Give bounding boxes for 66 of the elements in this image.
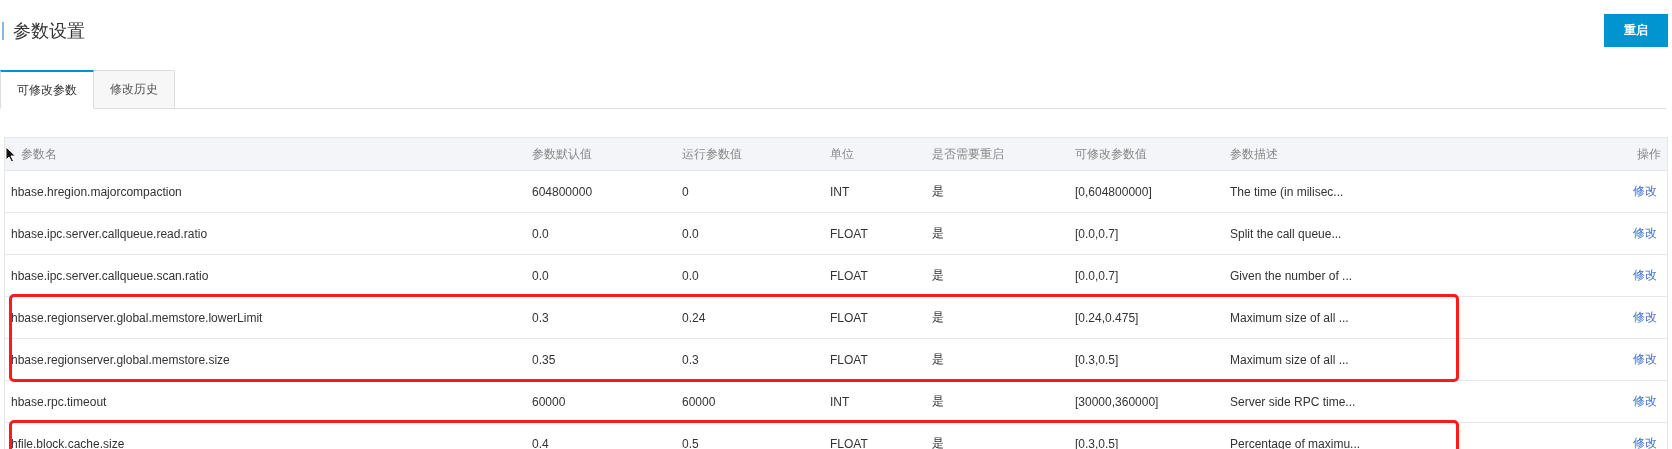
table-cell-text: 是 — [931, 267, 945, 284]
table-cell-text: 0 — [681, 184, 690, 199]
table-cell-text: hbase.hregion.majorcompaction — [10, 184, 183, 199]
table-cell-text: [0.3,0.5] — [1074, 352, 1120, 367]
table-cell-text: INT — [829, 394, 851, 409]
column-header: 是否需要重启 — [931, 145, 1005, 163]
table-cell-text: 60000 — [531, 394, 567, 409]
table-cell-text: 0.3 — [681, 352, 700, 367]
table-cell-text: 是 — [931, 393, 945, 410]
table-cell-text: hbase.regionserver.global.memstore.lowerLimit — [10, 310, 264, 325]
table-cell-text: INT — [829, 184, 851, 199]
table-cell-text: [30000,360000] — [1074, 394, 1160, 409]
table-cell-text: 0.3 — [531, 310, 550, 325]
table-cell-text: hbase.regionserver.global.memstore.size — [10, 352, 231, 367]
table-cell-text: 是 — [931, 435, 945, 449]
column-header: 操作 — [1636, 145, 1662, 163]
column-header: 参数默认值 — [531, 145, 593, 163]
table-cell-text: FLOAT — [829, 226, 869, 241]
table-cell-text: Maximum size of all ... — [1229, 352, 1350, 367]
table-cell-text: [0,604800000] — [1074, 184, 1153, 199]
edit-link[interactable]: 修改 — [1623, 435, 1667, 449]
table-cell-text: FLOAT — [829, 352, 869, 367]
table-cell-text: hbase.ipc.server.callqueue.read.ratio — [10, 226, 209, 241]
table-cell-text: 60000 — [681, 394, 717, 409]
table-cell-text: 是 — [931, 309, 945, 326]
table-cell-text: hfile.block.cache.size — [10, 436, 126, 449]
table-cell-text: 是 — [931, 183, 945, 200]
table-cell-text: FLOAT — [829, 268, 869, 283]
table-cell-text: The time (in milisec... — [1229, 184, 1345, 199]
table-cell-text: [0.0,0.7] — [1074, 226, 1120, 241]
tab[interactable]: 修改历史 — [94, 70, 175, 109]
restart-button[interactable]: 重启 — [1604, 14, 1668, 47]
table-cell-text: Maximum size of all ... — [1229, 310, 1350, 325]
table-cell-text: 0.24 — [681, 310, 707, 325]
edit-link[interactable]: 修改 — [1623, 393, 1667, 410]
table-cell-text: Given the number of ... — [1229, 268, 1354, 283]
table-cell-text: Server side RPC time... — [1229, 394, 1357, 409]
table-cell-text: 604800000 — [531, 184, 594, 199]
edit-link[interactable]: 修改 — [1623, 225, 1667, 242]
table-cell-text: 0.0 — [531, 226, 550, 241]
table-cell-text: FLOAT — [829, 310, 869, 325]
column-header: 参数描述 — [1229, 145, 1279, 163]
table-cell-text: Split the call queue... — [1229, 226, 1343, 241]
table-cell-text: [0.24,0.475] — [1074, 310, 1140, 325]
edit-link[interactable]: 修改 — [1623, 351, 1667, 368]
table-cell-text: 0.0 — [531, 268, 550, 283]
table-cell-text: FLOAT — [829, 436, 869, 449]
edit-link[interactable]: 修改 — [1623, 309, 1667, 326]
column-header: 运行参数值 — [681, 145, 743, 163]
edit-link[interactable]: 修改 — [1623, 183, 1667, 200]
column-header: 参数名 — [21, 145, 58, 163]
table-cell-text: 0.0 — [681, 268, 700, 283]
table-cell-text: 是 — [931, 351, 945, 368]
table-cell-text: 是 — [931, 225, 945, 242]
table-cell-text: [0.0,0.7] — [1074, 268, 1120, 283]
column-header: 单位 — [829, 145, 855, 163]
page-title: 参数设置 — [2, 22, 85, 40]
table-cell-text: hbase.rpc.timeout — [10, 394, 108, 409]
table-cell-text: 0.4 — [531, 436, 550, 449]
tab[interactable]: 可修改参数 — [0, 70, 94, 109]
table-cell-text: hbase.ipc.server.callqueue.scan.ratio — [10, 268, 210, 283]
column-header: 可修改参数值 — [1074, 145, 1148, 163]
edit-link[interactable]: 修改 — [1623, 267, 1667, 284]
table-cell-text: 0.0 — [681, 226, 700, 241]
table-cell-text: 0.5 — [681, 436, 700, 449]
table-cell-text: 0.35 — [531, 352, 557, 367]
